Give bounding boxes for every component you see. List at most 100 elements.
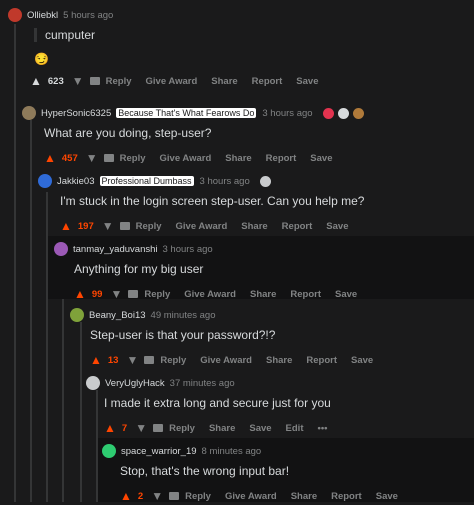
avatar[interactable] xyxy=(70,308,84,322)
score: 99 xyxy=(91,288,103,300)
score: 197 xyxy=(77,220,94,232)
comment-icon xyxy=(169,492,180,500)
timestamp[interactable]: 3 hours ago xyxy=(200,176,250,187)
avatar[interactable] xyxy=(38,174,52,188)
upvote-icon[interactable]: ▲ xyxy=(30,74,42,88)
comment-body: I made it extra long and secure just for… xyxy=(104,396,331,410)
score: 457 xyxy=(61,152,78,164)
thread-line[interactable] xyxy=(14,24,16,502)
comment-body: I'm stuck in the login screen step-user.… xyxy=(60,194,365,208)
share-button[interactable]: Share xyxy=(225,153,251,164)
reply-button[interactable]: Reply xyxy=(103,153,146,164)
username[interactable]: VeryUglyHack xyxy=(105,378,165,389)
report-button[interactable]: Report xyxy=(290,289,321,300)
award-icon[interactable] xyxy=(322,107,334,119)
comment-body: Stop, that's the wrong input bar! xyxy=(120,464,290,478)
save-button[interactable]: Save xyxy=(351,355,373,366)
share-button[interactable]: Share xyxy=(209,423,235,434)
edit-button[interactable]: Edit xyxy=(286,423,304,434)
downvote-icon[interactable]: ▼ xyxy=(126,353,138,367)
save-button[interactable]: Save xyxy=(335,289,357,300)
report-button[interactable]: Report xyxy=(306,355,337,366)
report-button[interactable]: Report xyxy=(252,76,283,87)
downvote-icon[interactable]: ▼ xyxy=(72,74,84,88)
reply-button[interactable]: Reply xyxy=(169,491,211,502)
upvote-icon[interactable]: ▲ xyxy=(74,287,86,301)
avatar[interactable] xyxy=(102,444,116,458)
award-icon[interactable] xyxy=(259,175,271,187)
give-award-button[interactable]: Give Award xyxy=(200,355,252,366)
downvote-icon[interactable]: ▼ xyxy=(102,219,114,233)
timestamp[interactable]: 49 minutes ago xyxy=(151,310,216,321)
comment-body: Step-user is that your password?!? xyxy=(90,328,276,342)
user-flair: Professional Dumbass xyxy=(99,176,194,186)
reply-button[interactable]: Reply xyxy=(128,289,170,300)
user-flair: Because That's What Fearows Do xyxy=(116,108,257,118)
upvote-icon[interactable]: ▲ xyxy=(90,353,102,367)
share-button[interactable]: Share xyxy=(241,221,267,232)
username[interactable]: tanmay_yaduvanshi xyxy=(73,244,158,255)
score: 13 xyxy=(107,354,119,366)
timestamp[interactable]: 5 hours ago xyxy=(63,10,113,21)
give-award-button[interactable]: Give Award xyxy=(146,76,198,87)
report-button[interactable]: Report xyxy=(266,153,297,164)
share-button[interactable]: Share xyxy=(250,289,276,300)
report-button[interactable]: Report xyxy=(331,491,362,502)
share-button[interactable]: Share xyxy=(291,491,317,502)
username[interactable]: Beany_Boi13 xyxy=(89,310,146,321)
share-button[interactable]: Share xyxy=(266,355,292,366)
timestamp[interactable]: 3 hours ago xyxy=(262,108,312,119)
avatar[interactable] xyxy=(8,8,22,22)
username[interactable]: space_warrior_19 xyxy=(121,446,197,457)
save-button[interactable]: Save xyxy=(310,153,332,164)
upvote-icon[interactable]: ▲ xyxy=(60,219,72,233)
award-icon[interactable] xyxy=(337,107,349,119)
comment-body: Anything for my big user xyxy=(74,262,204,276)
award-icon[interactable] xyxy=(352,107,364,119)
downvote-icon[interactable]: ▼ xyxy=(86,151,98,165)
give-award-button[interactable]: Give Award xyxy=(225,491,277,502)
give-award-button[interactable]: Give Award xyxy=(176,221,228,232)
comment-icon xyxy=(128,290,139,298)
thread-line[interactable] xyxy=(30,120,32,502)
comment: HyperSonic6325 Because That's What Fearo… xyxy=(22,104,474,167)
reply-button[interactable]: Reply xyxy=(153,423,195,434)
report-button[interactable]: Report xyxy=(282,221,313,232)
timestamp[interactable]: 8 minutes ago xyxy=(202,446,262,457)
comment-body: What are you doing, step-user? xyxy=(44,126,212,140)
timestamp[interactable]: 37 minutes ago xyxy=(170,378,235,389)
emoji: 😏 xyxy=(34,52,49,66)
reply-button[interactable]: Reply xyxy=(119,221,162,232)
reply-button[interactable]: Reply xyxy=(144,355,186,366)
avatar[interactable] xyxy=(54,242,68,256)
reply-button[interactable]: Reply xyxy=(89,76,132,87)
upvote-icon[interactable]: ▲ xyxy=(120,489,132,503)
username[interactable]: Olliebkl xyxy=(27,10,58,21)
share-button[interactable]: Share xyxy=(211,76,237,87)
comment-icon xyxy=(119,222,130,230)
give-award-button[interactable]: Give Award xyxy=(160,153,212,164)
downvote-icon[interactable]: ▼ xyxy=(110,287,122,301)
downvote-icon[interactable]: ▼ xyxy=(151,489,163,503)
comment-icon xyxy=(144,356,155,364)
more-options-icon[interactable]: ••• xyxy=(318,423,328,434)
save-button[interactable]: Save xyxy=(249,423,271,434)
downvote-icon[interactable]: ▼ xyxy=(135,421,147,435)
save-button[interactable]: Save xyxy=(376,491,398,502)
give-award-button[interactable]: Give Award xyxy=(184,289,236,300)
comment-icon xyxy=(89,77,100,85)
upvote-icon[interactable]: ▲ xyxy=(44,151,56,165)
comment-icon xyxy=(153,424,164,432)
username[interactable]: Jakkie03 xyxy=(57,176,95,187)
avatar[interactable] xyxy=(22,106,36,120)
upvote-icon[interactable]: ▲ xyxy=(104,421,116,435)
comment: Beany_Boi13 49 minutes ago Step-user is … xyxy=(70,306,474,369)
avatar[interactable] xyxy=(86,376,100,390)
score: 7 xyxy=(121,422,128,434)
comment: Olliebkl 5 hours ago cumputer 😏 ▲ 623 ▼ … xyxy=(8,6,474,90)
save-button[interactable]: Save xyxy=(326,221,348,232)
timestamp[interactable]: 3 hours ago xyxy=(163,244,213,255)
save-button[interactable]: Save xyxy=(296,76,318,87)
comment: space_warrior_19 8 minutes ago Stop, tha… xyxy=(102,442,474,505)
username[interactable]: HyperSonic6325 xyxy=(41,108,111,119)
